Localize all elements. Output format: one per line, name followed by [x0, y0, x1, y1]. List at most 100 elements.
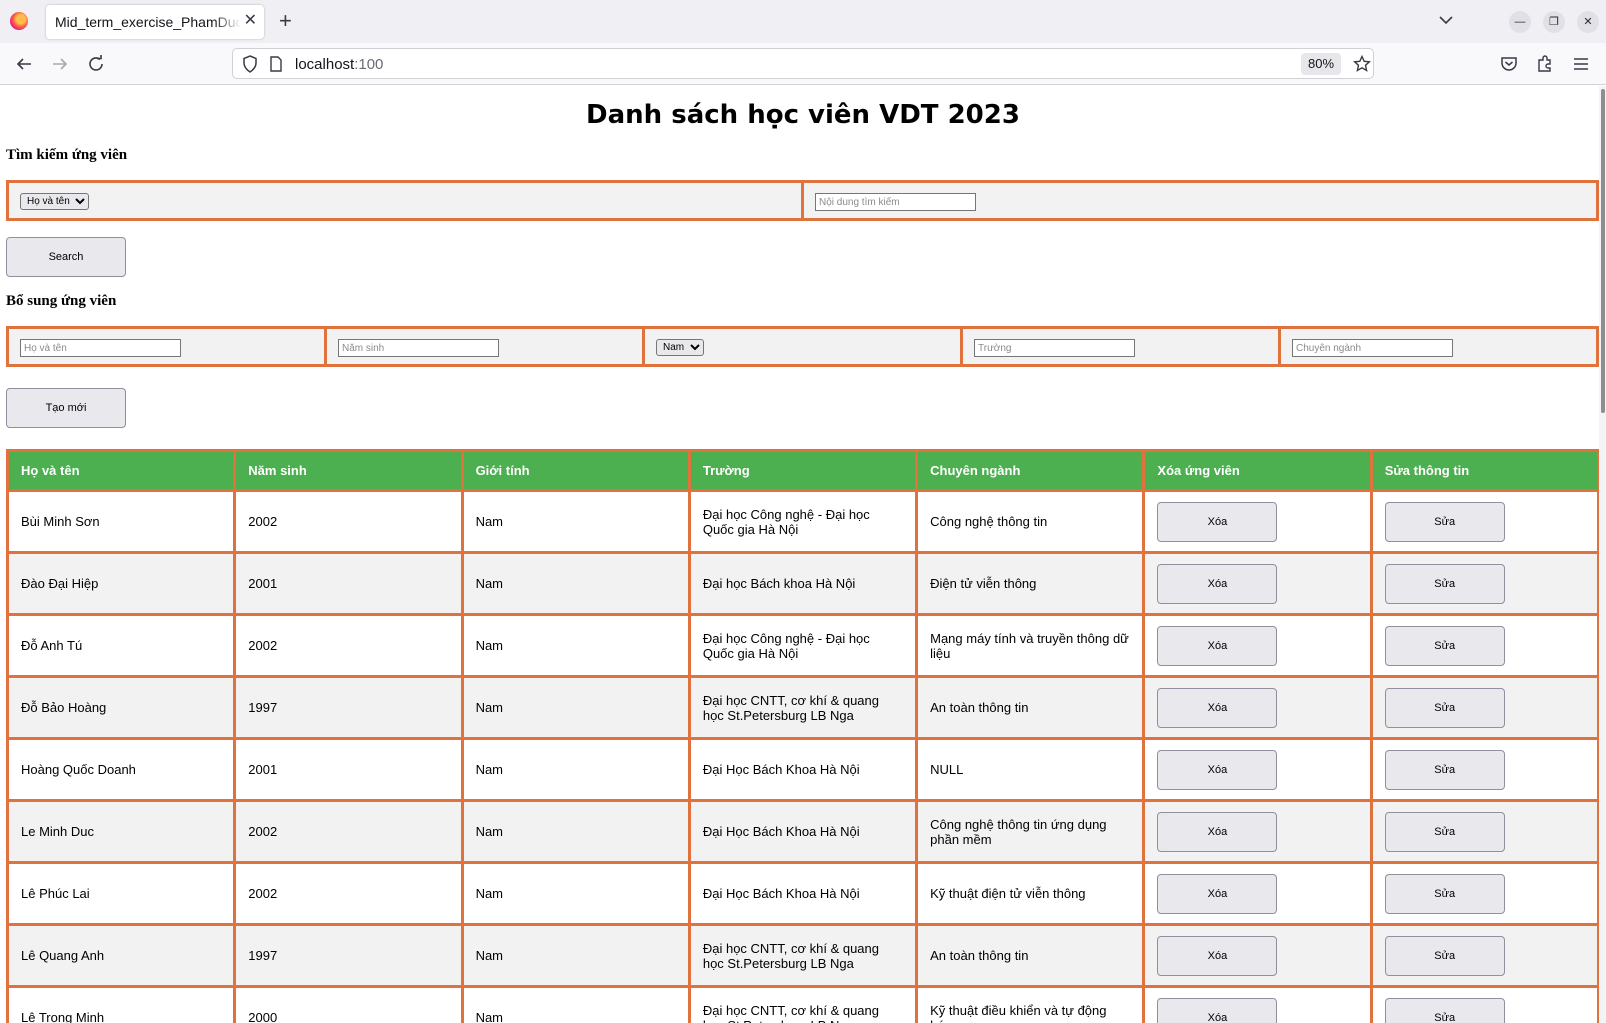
edit-button[interactable]: Sửa: [1384, 811, 1505, 852]
table-row: Đỗ Anh Tú 2002 Nam Đại học Công nghệ - Đ…: [5, 613, 1599, 678]
add-major-input[interactable]: [1292, 339, 1453, 357]
create-button[interactable]: Tạo mới: [6, 388, 126, 428]
cell-edit: Sửa: [1369, 551, 1599, 616]
firefox-logo-icon: [10, 12, 28, 30]
hamburger-menu-icon[interactable]: [1572, 55, 1590, 73]
cell-school: Đại Học Bách Khoa Hà Nội: [687, 737, 919, 802]
cell-gender: Nam: [460, 675, 691, 740]
cell-major: Điện tử viễn thông: [915, 551, 1146, 616]
add-name-cell: [6, 326, 327, 367]
delete-button[interactable]: Xóa: [1157, 501, 1278, 542]
cell-edit: Sửa: [1369, 489, 1599, 554]
search-form-row: Họ và tên: [6, 180, 1599, 221]
delete-button[interactable]: Xóa: [1157, 997, 1278, 1023]
table-row: Lê Quang Anh 1997 Nam Đại học CNTT, cơ k…: [5, 923, 1599, 988]
cell-year: 2000: [233, 985, 464, 1023]
cell-delete: Xóa: [1142, 551, 1373, 616]
add-section-heading: Bổ sung ứng viên: [6, 293, 117, 309]
add-year-cell: [324, 326, 645, 367]
list-all-tabs-chevron-icon[interactable]: [1438, 12, 1454, 28]
cell-edit: Sửa: [1369, 985, 1599, 1023]
edit-button[interactable]: Sửa: [1384, 687, 1505, 728]
cell-school: Đại học Công nghệ - Đại học Quốc gia Hà …: [687, 613, 919, 678]
cell-year: 2002: [233, 799, 464, 864]
table-row: Lê Phúc Lai 2002 Nam Đại Học Bách Khoa H…: [5, 861, 1599, 926]
cell-delete: Xóa: [1142, 737, 1373, 802]
cell-gender: Nam: [460, 923, 691, 988]
cell-year: 2002: [233, 613, 464, 678]
table-row: Đỗ Bảo Hoàng 1997 Nam Đại học CNTT, cơ k…: [5, 675, 1599, 740]
cell-name: Bùi Minh Sơn: [5, 489, 237, 554]
delete-button[interactable]: Xóa: [1157, 811, 1278, 852]
search-field-select[interactable]: Họ và tên: [20, 193, 89, 210]
cell-gender: Nam: [460, 799, 691, 864]
add-major-cell: [1278, 326, 1599, 367]
arrow-right-icon[interactable]: [51, 55, 69, 73]
star-icon[interactable]: [1353, 55, 1371, 73]
pocket-icon[interactable]: [1500, 55, 1518, 73]
edit-button[interactable]: Sửa: [1384, 749, 1505, 790]
cell-name: Đào Đại Hiệp: [5, 551, 237, 616]
tab-title: Mid_term_exercise_PhamDuc: [55, 14, 241, 30]
cell-gender: Nam: [460, 489, 691, 554]
delete-button[interactable]: Xóa: [1157, 935, 1278, 976]
cell-year: 2001: [233, 737, 464, 802]
delete-button[interactable]: Xóa: [1157, 687, 1278, 728]
puzzle-icon[interactable]: [1536, 55, 1554, 73]
edit-button[interactable]: Sửa: [1384, 625, 1505, 666]
window-close-button[interactable]: ✕: [1577, 11, 1599, 33]
cell-major: An toàn thông tin: [915, 675, 1146, 740]
header-year: Năm sinh: [233, 449, 464, 492]
add-year-input[interactable]: [338, 339, 499, 357]
add-gender-cell: Nam: [642, 326, 963, 367]
page-info-icon[interactable]: [269, 56, 283, 72]
window-minimize-button[interactable]: —: [1509, 11, 1531, 33]
cell-school: Đại học Bách khoa Hà Nội: [687, 551, 919, 616]
add-form-row: Nam: [6, 326, 1599, 367]
edit-button[interactable]: Sửa: [1384, 873, 1505, 914]
add-gender-select[interactable]: Nam: [656, 339, 704, 356]
header-delete: Xóa ứng viên: [1142, 449, 1373, 492]
window-restore-button[interactable]: ❐: [1543, 11, 1565, 33]
browser-tab-active[interactable]: Mid_term_exercise_PhamDuc ✕: [46, 5, 264, 39]
table-row: Bùi Minh Sơn 2002 Nam Đại học Công nghệ …: [5, 489, 1599, 554]
url-port: :100: [354, 56, 384, 73]
header-name: Họ và tên: [5, 449, 237, 492]
cell-year: 2002: [233, 861, 464, 926]
cell-school: Đại học Công nghệ - Đại học Quốc gia Hà …: [687, 489, 919, 554]
cell-gender: Nam: [460, 551, 691, 616]
zoom-level-badge[interactable]: 80%: [1301, 53, 1341, 75]
cell-edit: Sửa: [1369, 737, 1599, 802]
cell-name: Đỗ Bảo Hoàng: [5, 675, 237, 740]
add-school-input[interactable]: [974, 339, 1135, 357]
search-button[interactable]: Search: [6, 237, 126, 277]
reload-icon[interactable]: [87, 55, 105, 73]
delete-button[interactable]: Xóa: [1157, 563, 1278, 604]
cell-major: Kỹ thuật điện tử viễn thông: [915, 861, 1146, 926]
cell-gender: Nam: [460, 613, 691, 678]
edit-button[interactable]: Sửa: [1384, 997, 1505, 1023]
cell-name: Le Minh Duc: [5, 799, 237, 864]
cell-gender: Nam: [460, 737, 691, 802]
delete-button[interactable]: Xóa: [1157, 625, 1278, 666]
edit-button[interactable]: Sửa: [1384, 501, 1505, 542]
cell-year: 1997: [233, 675, 464, 740]
delete-button[interactable]: Xóa: [1157, 749, 1278, 790]
cell-name: Lê Quang Anh: [5, 923, 237, 988]
tab-close-icon[interactable]: ✕: [244, 11, 257, 31]
cell-name: Lê Trọng Minh: [5, 985, 237, 1023]
new-tab-plus-icon[interactable]: +: [279, 9, 292, 33]
tracking-protection-shield-icon[interactable]: [242, 55, 258, 73]
arrow-left-icon[interactable]: [15, 55, 33, 73]
cell-major: An toàn thông tin: [915, 923, 1146, 988]
browser-navigation-bar: localhost:100 80%: [0, 43, 1606, 85]
edit-button[interactable]: Sửa: [1384, 935, 1505, 976]
search-query-input[interactable]: [815, 193, 976, 211]
search-field-cell: Họ và tên: [6, 180, 804, 221]
cell-delete: Xóa: [1142, 923, 1373, 988]
edit-button[interactable]: Sửa: [1384, 563, 1505, 604]
delete-button[interactable]: Xóa: [1157, 873, 1278, 914]
page-scrollbar-thumb[interactable]: [1601, 89, 1605, 413]
add-name-input[interactable]: [20, 339, 181, 357]
address-bar[interactable]: localhost:100 80%: [232, 48, 1374, 79]
